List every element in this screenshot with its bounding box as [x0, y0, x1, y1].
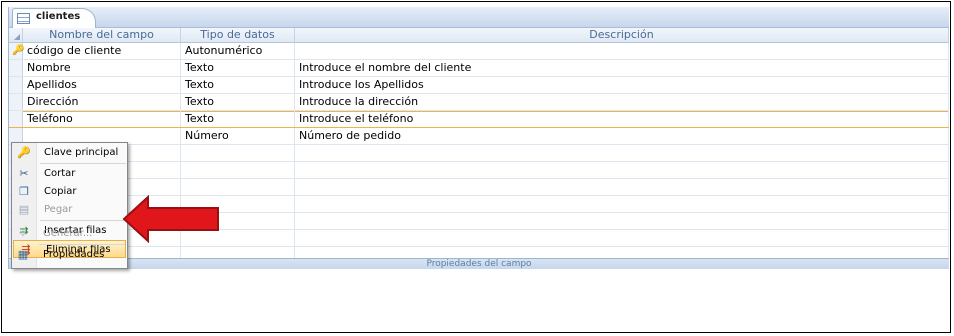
data-type-cell[interactable]: Texto	[181, 111, 295, 127]
table-row[interactable]	[9, 162, 949, 179]
menu-item-label: Clave principal	[44, 147, 119, 158]
red-arrow-icon	[122, 195, 219, 243]
row-selector[interactable]: 🔑	[9, 43, 24, 59]
menu-item-build[interactable]: ✧ Generar...	[11, 225, 126, 243]
row-selector[interactable]	[9, 77, 23, 93]
description-cell[interactable]	[295, 230, 949, 246]
copy-icon: ❐	[19, 185, 29, 198]
table-row-selected[interactable]: Teléfono Texto Introduce el teléfono	[9, 111, 949, 128]
description-cell[interactable]: Introduce la dirección	[295, 94, 949, 110]
field-name-cell[interactable]: Nombre	[23, 60, 181, 76]
key-icon: 🔑	[17, 146, 31, 159]
field-properties-bar: Propiedades del campo	[9, 258, 949, 269]
data-type-cell[interactable]	[181, 162, 295, 178]
row-selector[interactable]	[9, 60, 23, 76]
field-name-cell[interactable]: Dirección	[23, 94, 181, 110]
description-cell[interactable]	[295, 145, 949, 161]
description-cell[interactable]	[295, 196, 949, 212]
menu-item-copy[interactable]: ❐ Copiar	[12, 183, 127, 201]
menu-item-properties[interactable]: ▦ Propiedades	[11, 246, 126, 264]
data-type-cell[interactable]: Número	[181, 128, 295, 144]
menu-separator	[39, 244, 125, 245]
description-cell[interactable]	[295, 162, 949, 178]
data-type-cell[interactable]: Texto	[181, 94, 295, 110]
menu-separator	[40, 220, 126, 221]
table-icon	[17, 13, 30, 24]
menu-item-cut[interactable]: ✂ Cortar	[12, 165, 127, 183]
data-type-cell[interactable]: Texto	[181, 77, 295, 93]
description-cell[interactable]: Introduce el nombre del cliente	[295, 60, 949, 76]
grid-header: Nombre del campo Tipo de datos Descripci…	[9, 28, 949, 43]
description-cell[interactable]	[295, 179, 949, 195]
table-row[interactable]: 🔑 código de cliente Autonumérico	[9, 43, 949, 60]
field-name-cell[interactable]: Apellidos	[23, 77, 181, 93]
description-cell[interactable]: Número de pedido	[295, 128, 949, 144]
description-cell[interactable]	[295, 43, 949, 59]
menu-item-paste[interactable]: ▤ Pegar	[12, 201, 127, 219]
table-row[interactable]: Dirección Texto Introduce la dirección	[9, 94, 949, 111]
menu-item-label: Generar...	[43, 228, 93, 239]
description-cell[interactable]: Introduce los Apellidos	[295, 77, 949, 93]
table-row[interactable]	[9, 179, 949, 196]
menu-item-label: Copiar	[44, 186, 77, 197]
column-header-field-name[interactable]: Nombre del campo	[23, 28, 181, 42]
document-tab-bar: clientes	[9, 7, 949, 28]
data-type-cell[interactable]: Autonumérico	[181, 43, 295, 59]
menu-item-label: Pegar	[44, 204, 73, 215]
build-icon: ✧	[18, 227, 28, 240]
menu-item-label: Propiedades	[43, 249, 105, 260]
table-row[interactable]: Apellidos Texto Introduce los Apellidos	[9, 77, 949, 94]
row-selector[interactable]	[9, 94, 23, 110]
data-type-cell[interactable]: Texto	[181, 60, 295, 76]
description-cell[interactable]	[295, 213, 949, 229]
field-name-cell[interactable]: código de cliente	[23, 43, 181, 59]
field-name-cell[interactable]: Teléfono	[23, 111, 181, 127]
table-row[interactable]: Número Número de pedido	[9, 128, 949, 145]
menu-separator	[40, 163, 126, 164]
data-type-cell[interactable]	[181, 145, 295, 161]
tab-clientes[interactable]: clientes	[12, 8, 96, 28]
row-selector[interactable]	[9, 111, 23, 127]
column-header-data-type[interactable]: Tipo de datos	[181, 28, 295, 42]
properties-icon: ▦	[17, 248, 29, 261]
scissors-icon: ✂	[19, 167, 29, 180]
menu-item-primary-key[interactable]: 🔑 Clave principal	[12, 144, 127, 162]
menu-item-label: Cortar	[44, 168, 76, 179]
context-menu-lower: ✧ Generar... ▦ Propiedades	[11, 225, 128, 269]
table-row[interactable]: Nombre Texto Introduce el nombre del cli…	[9, 60, 949, 77]
data-type-cell[interactable]	[181, 179, 295, 195]
description-cell[interactable]: Introduce el teléfono	[295, 111, 949, 127]
select-all-corner[interactable]	[9, 28, 23, 42]
paste-icon: ▤	[18, 203, 30, 216]
column-header-description[interactable]: Descripción	[295, 28, 949, 42]
tab-label: clientes	[36, 11, 81, 22]
table-row[interactable]	[9, 145, 949, 162]
field-properties-label: Propiedades del campo	[426, 259, 532, 269]
